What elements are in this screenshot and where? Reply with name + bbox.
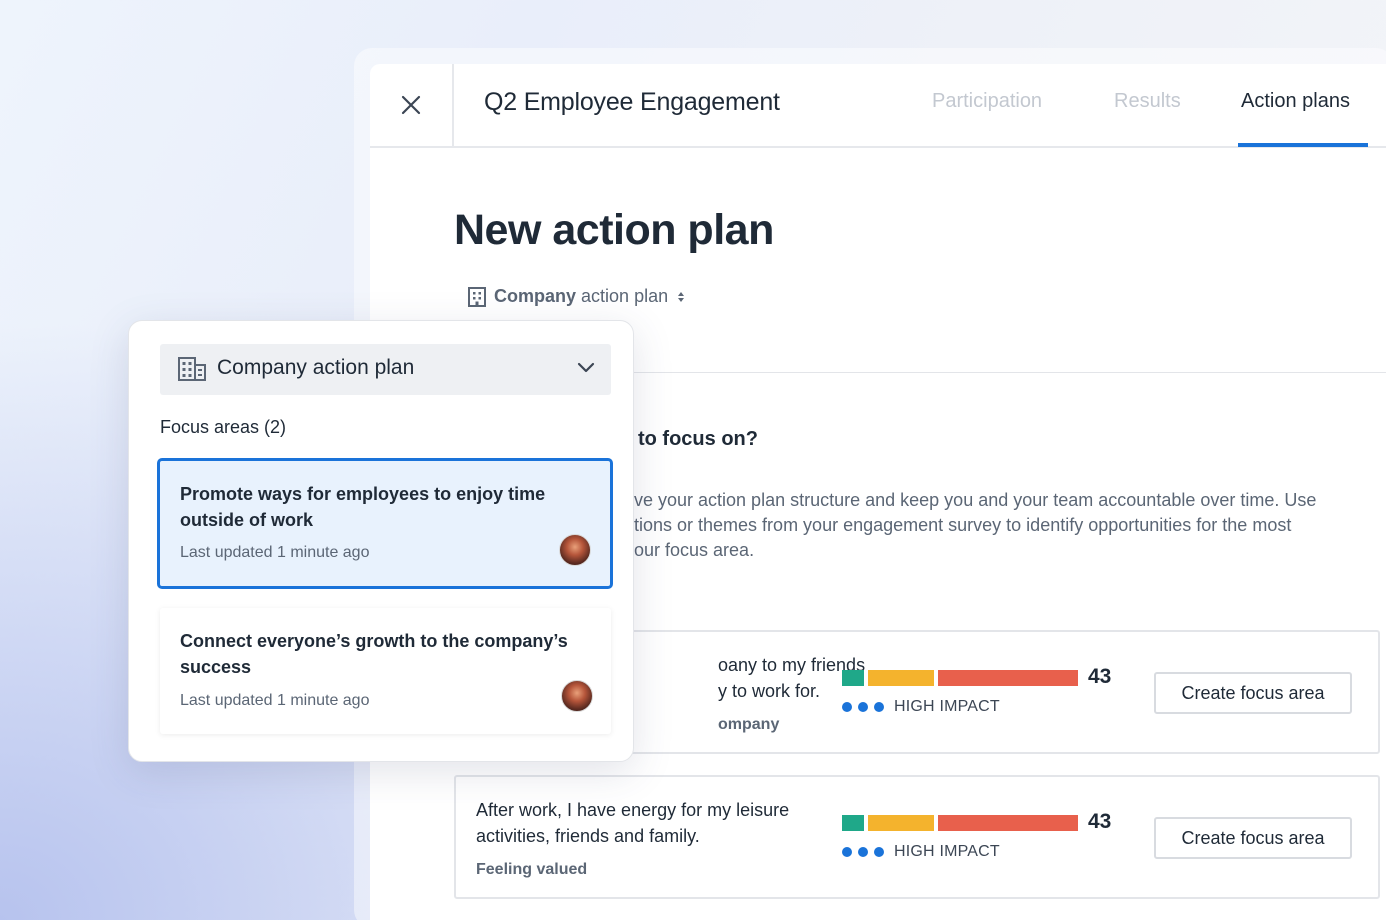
- impact-dot: [874, 847, 884, 857]
- section-question: to focus on?: [638, 428, 758, 450]
- chevron-down-icon: [577, 362, 595, 373]
- focus-areas-popup: Company action plan Focus areas (2) Prom…: [128, 320, 634, 762]
- impact-label: HIGH IMPACT: [894, 843, 1000, 860]
- impact-dot: [874, 702, 884, 712]
- sort-arrows-icon: [678, 291, 685, 302]
- avatar: [559, 534, 591, 566]
- plan-selector-rest: action plan: [581, 286, 669, 306]
- score-bar-favorable: [842, 670, 864, 686]
- focus-area-updated: Last updated 1 minute ago: [180, 692, 370, 709]
- building-icon: [468, 286, 486, 307]
- building-icon: [178, 357, 206, 381]
- focus-area-card[interactable]: Connect everyone’s growth to the company…: [160, 608, 611, 734]
- tab-participation[interactable]: Participation: [932, 90, 1042, 113]
- score-bar-neutral: [868, 815, 934, 831]
- section-description: ve your action plan structure and keep y…: [634, 490, 1317, 560]
- impact-dot: [858, 847, 868, 857]
- avatar: [561, 680, 593, 712]
- score-value: 43: [1088, 665, 1112, 688]
- close-icon: [401, 95, 421, 115]
- action-plan-dropdown[interactable]: Company action plan: [160, 344, 611, 395]
- page-title: New action plan: [454, 206, 774, 254]
- question-category: Feeling valued: [476, 861, 588, 878]
- impact-dot: [842, 847, 852, 857]
- tab-results[interactable]: Results: [1114, 90, 1181, 113]
- question-text: After work, I have energy for my leisure…: [476, 800, 790, 846]
- focus-area-card[interactable]: Promote ways for employees to enjoy time…: [157, 458, 613, 589]
- impact-dots: [842, 702, 884, 712]
- tab-action-plans[interactable]: Action plans: [1241, 90, 1350, 113]
- dropdown-label: Company action plan: [217, 356, 415, 379]
- score-bar-favorable: [842, 815, 864, 831]
- create-focus-area-button[interactable]: Create focus area: [1154, 672, 1352, 714]
- impact-label: HIGH IMPACT: [894, 698, 1000, 715]
- plan-selector-bold: Company: [494, 286, 577, 306]
- score-bar-unfavorable: [938, 815, 1078, 831]
- impact-dot: [842, 702, 852, 712]
- impact-dots: [842, 847, 884, 857]
- active-tab-indicator: [1238, 143, 1368, 147]
- impact-dot: [858, 702, 868, 712]
- close-button[interactable]: [370, 64, 454, 146]
- create-focus-area-button[interactable]: Create focus area: [1154, 817, 1352, 859]
- focus-area-title: Promote ways for employees to enjoy time…: [180, 484, 546, 530]
- score-bar-unfavorable: [938, 670, 1078, 686]
- score-value: 43: [1088, 810, 1112, 833]
- focus-area-title: Connect everyone’s growth to the company…: [180, 631, 568, 677]
- question-category: ompany: [718, 716, 780, 733]
- top-bar: Q2 Employee Engagement Participation Res…: [370, 64, 1386, 148]
- focus-areas-heading: Focus areas (2): [160, 417, 287, 437]
- plan-type-selector[interactable]: Company action plan: [468, 286, 686, 307]
- survey-title: Q2 Employee Engagement: [484, 88, 780, 116]
- score-bar-neutral: [868, 670, 934, 686]
- question-card: After work, I have energy for my leisure…: [454, 775, 1380, 899]
- focus-area-updated: Last updated 1 minute ago: [180, 544, 370, 561]
